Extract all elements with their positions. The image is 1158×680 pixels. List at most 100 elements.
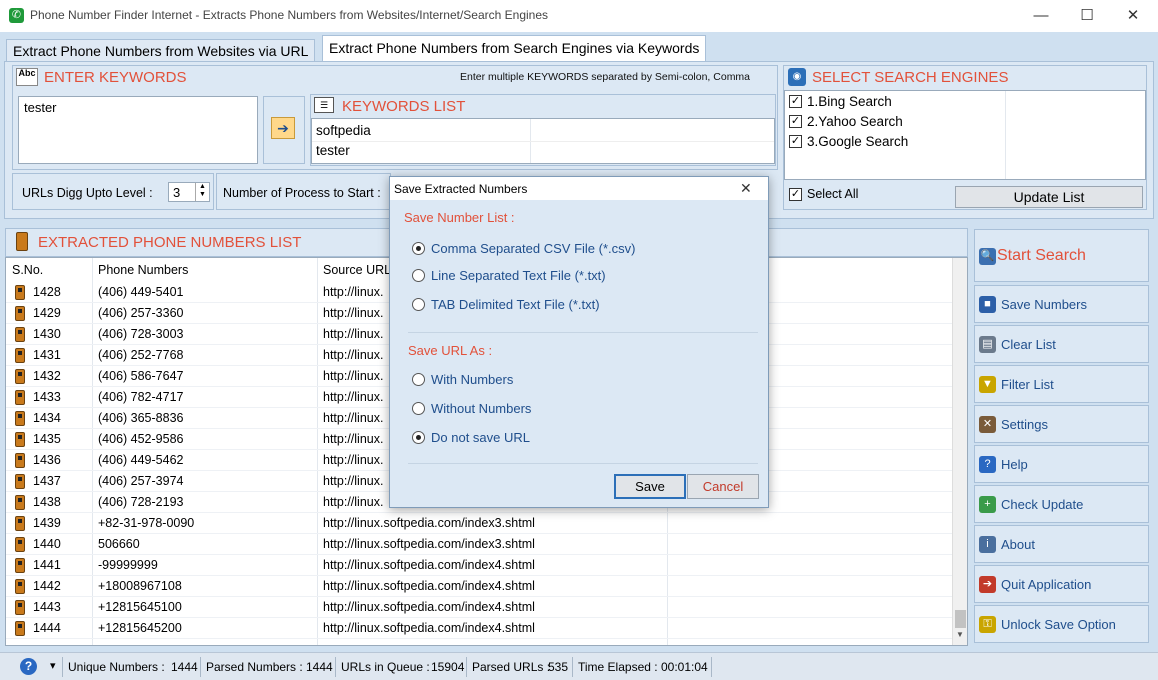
about-icon: i [979,536,996,553]
search-engines-title: SELECT SEARCH ENGINES [812,69,1009,86]
table-row[interactable]: 1439 +82-31-978-0090 http://linux.softpedi… [6,513,952,534]
column-header[interactable]: Source URL [323,263,391,277]
scroll-down-icon[interactable]: ▼ [956,630,964,639]
close-button[interactable]: ✕ [1110,0,1156,31]
row-sno: 1441 [33,558,61,572]
scrollbar-thumb[interactable] [955,610,966,628]
radio-tab-txt[interactable]: TAB Delimited Text File (*.txt) [412,297,732,315]
help-button[interactable]: ? Help [974,445,1149,483]
check-update-button[interactable]: + Check Update [974,485,1149,523]
radio-selected-icon[interactable] [412,431,425,444]
table-row[interactable]: 1442 +18008967108 http://linux.softpedia.c… [6,576,952,597]
list-icon: ☰ [314,97,334,113]
radio-with-numbers[interactable]: With Numbers [412,372,732,390]
radio-line-txt[interactable]: Line Separated Text File (*.txt) [412,268,732,286]
phone-icon [15,516,25,531]
row-phone: (406) 252-7768 [98,348,184,362]
row-source-url: http://linux. [323,495,384,509]
clear-list-label: Clear List [1001,337,1056,352]
engine-item-bing[interactable]: ✓ 1.Bing Search [788,94,1028,112]
row-source-url: http://linux.softpedia.com/index4.shtml [323,600,535,614]
checkbox-checked-icon[interactable]: ✓ [789,135,802,148]
row-phone: (406) 365-8836 [98,411,184,425]
magnifier-icon: 🔍 [979,248,996,265]
keywords-hint: Enter multiple KEYWORDS separated by Sem… [460,71,751,83]
settings-button[interactable]: ✕ Settings [974,405,1149,443]
update-icon: + [979,496,996,513]
table-row[interactable]: 1444 +12815645200 http://linux.softpedia.c… [6,618,952,639]
radio-label: Do not save URL [431,430,530,445]
keywords-list[interactable]: softpedia tester [311,118,775,164]
row-source-url: http://linux. [323,411,384,425]
column-header[interactable]: S.No. [12,263,43,277]
about-button[interactable]: i About [974,525,1149,563]
spinner-arrows-icon[interactable]: ▲ ▼ [195,183,209,201]
quit-application-button[interactable]: ➔ Quit Application [974,565,1149,603]
tab-search-engines-via-keywords[interactable]: Extract Phone Numbers from Search Engine… [322,35,707,62]
save-numbers-button[interactable]: ■ Save Numbers [974,285,1149,323]
row-phone: (406) 449-5401 [98,285,184,299]
row-phone: (406) 728-2193 [98,495,184,509]
update-list-button[interactable]: Update List [955,186,1143,208]
unlock-save-option-button[interactable]: ⚿ Unlock Save Option [974,605,1149,643]
radio-unselected-icon[interactable] [412,298,425,311]
unlock-save-option-label: Unlock Save Option [1001,617,1116,632]
row-sno: 1433 [33,390,61,404]
row-source-url: http://linux. [323,474,384,488]
phone-icon [15,453,25,468]
row-phone: (406) 452-9586 [98,432,184,446]
filter-list-label: Filter List [1001,377,1054,392]
phone-icon [15,390,25,405]
checkbox-checked-icon[interactable]: ✓ [789,115,802,128]
radio-unselected-icon[interactable] [412,269,425,282]
keywords-input[interactable]: tester [18,96,258,164]
table-scrollbar[interactable]: ▼ [952,258,967,645]
keyword-item[interactable]: tester [316,143,350,158]
keyword-item[interactable]: softpedia [316,123,371,138]
checkbox-checked-icon[interactable]: ✓ [789,188,802,201]
table-row[interactable]: 1441 -99999999 http://linux.softpedia.com/… [6,555,952,576]
phone-icon [15,327,25,342]
radio-label: Without Numbers [431,401,532,416]
dialog-title: Save Extracted Numbers [394,182,528,196]
checkbox-checked-icon[interactable]: ✓ [789,95,802,108]
minimize-button[interactable]: — [1018,0,1064,31]
window-title: Phone Number Finder Internet - Extracts … [30,8,549,22]
clear-list-button[interactable]: ▤ Clear List [974,325,1149,363]
engine-item-google[interactable]: ✓ 3.Google Search [788,134,1028,152]
phone-icon [15,558,25,573]
select-all-label: Select All [807,187,859,201]
save-numbers-label: Save Numbers [1001,297,1087,312]
table-row[interactable]: 1440 506660 http://linux.softpedia.com/ind… [6,534,952,555]
save-dialog: Save Extracted Numbers ✕ Save Number Lis… [389,176,769,508]
dialog-close-button[interactable]: ✕ [740,180,752,197]
radio-without-numbers[interactable]: Without Numbers [412,401,732,419]
digg-level-spinner[interactable]: 3 ▲ ▼ [168,182,210,202]
column-header[interactable]: Phone Numbers [98,263,188,277]
row-sno: 1444 [33,621,61,635]
dialog-cancel-button[interactable]: Cancel [687,474,759,499]
row-sno: 1443 [33,600,61,614]
tab-websites-via-url[interactable]: Extract Phone Numbers from Websites via … [6,39,316,62]
row-sno: 1436 [33,453,61,467]
dialog-save-button[interactable]: Save [614,474,686,499]
radio-csv[interactable]: Comma Separated CSV File (*.csv) [412,241,732,259]
row-sno: 1435 [33,432,61,446]
radio-unselected-icon[interactable] [412,373,425,386]
row-sno: 1438 [33,495,61,509]
start-search-button[interactable]: 🔍 Start Search [974,229,1149,282]
select-all-checkbox[interactable]: ✓ Select All [788,187,908,205]
chevron-down-icon[interactable]: ▾ [50,659,56,672]
table-row[interactable]: 1443 +12815645100 http://linux.softpedia.c… [6,597,952,618]
maximize-button[interactable]: ☐ [1064,0,1110,31]
add-keyword-arrow-icon[interactable]: ➔ [271,117,295,139]
radio-selected-icon[interactable] [412,242,425,255]
key-icon: ⚿ [979,616,996,633]
row-source-url: http://linux. [323,432,384,446]
help-icon[interactable]: ? [20,658,37,675]
radio-do-not-save-url[interactable]: Do not save URL [412,430,732,448]
filter-list-button[interactable]: ▼ Filter List [974,365,1149,403]
phone-icon [15,537,25,552]
radio-unselected-icon[interactable] [412,402,425,415]
engine-item-yahoo[interactable]: ✓ 2.Yahoo Search [788,114,1028,132]
